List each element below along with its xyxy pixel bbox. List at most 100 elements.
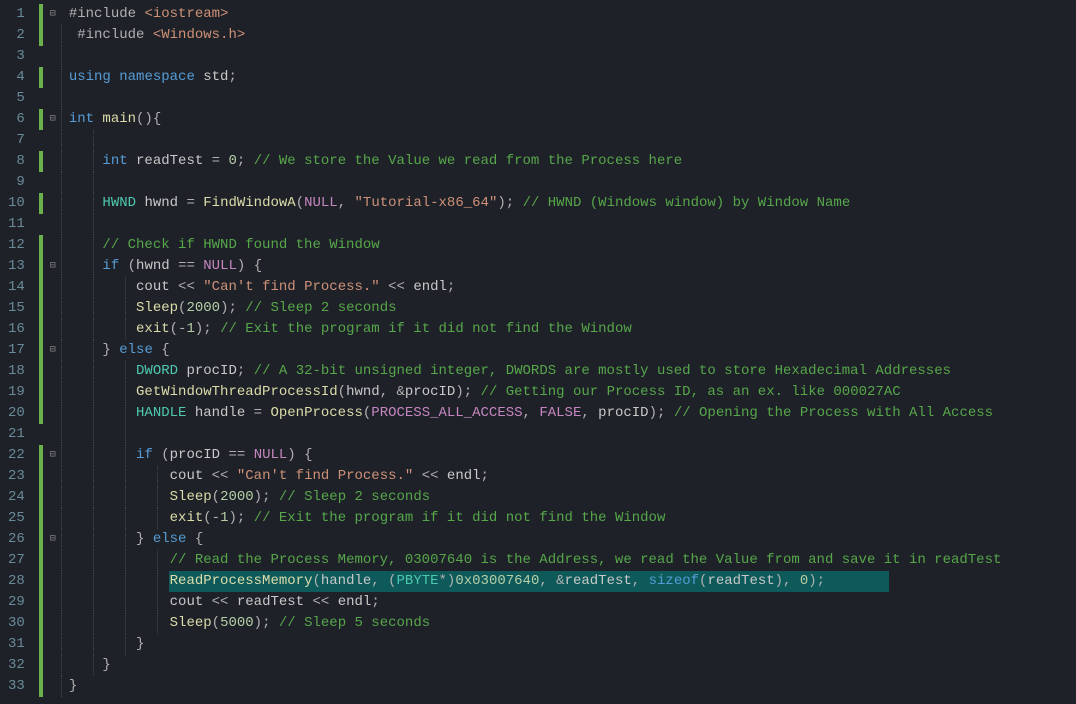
line-number[interactable]: 30 bbox=[8, 613, 25, 634]
code-line[interactable]: } else { bbox=[61, 529, 1076, 550]
token-text bbox=[69, 300, 136, 316]
line-number[interactable]: 8 bbox=[8, 151, 25, 172]
code-line[interactable]: if (hwnd == NULL) { bbox=[61, 256, 1076, 277]
code-content: GetWindowThreadProcessId(hwnd, &procID);… bbox=[69, 384, 901, 400]
code-line[interactable] bbox=[61, 130, 1076, 151]
code-content: cout << readTest << endl; bbox=[69, 594, 380, 610]
fold-toggle-icon[interactable]: ⊟ bbox=[45, 109, 61, 130]
line-number[interactable]: 29 bbox=[8, 592, 25, 613]
line-number[interactable]: 26 bbox=[8, 529, 25, 550]
token-text bbox=[69, 531, 136, 547]
code-content: DWORD procID; // A 32-bit unsigned integ… bbox=[69, 363, 951, 379]
code-area[interactable]: #include <iostream> #include <Windows.h>… bbox=[61, 0, 1076, 704]
token-string: <Windows.h> bbox=[153, 27, 245, 43]
line-number[interactable]: 3 bbox=[8, 46, 25, 67]
code-line[interactable]: cout << readTest << endl; bbox=[61, 592, 1076, 613]
token-op: ); bbox=[455, 384, 480, 400]
change-mark bbox=[39, 550, 43, 571]
line-number[interactable]: 33 bbox=[8, 676, 25, 697]
token-number: 5000 bbox=[220, 615, 254, 631]
code-line[interactable] bbox=[61, 172, 1076, 193]
code-line[interactable]: #include <Windows.h> bbox=[61, 25, 1076, 46]
fold-toggle-icon[interactable]: ⊟ bbox=[45, 529, 61, 550]
code-line[interactable] bbox=[61, 214, 1076, 235]
line-number[interactable]: 6 bbox=[8, 109, 25, 130]
token-op: ); bbox=[220, 300, 245, 316]
indent-guide bbox=[125, 424, 126, 445]
line-number[interactable]: 17 bbox=[8, 340, 25, 361]
token-op: ); bbox=[254, 489, 279, 505]
code-line[interactable]: GetWindowThreadProcessId(hwnd, &procID);… bbox=[61, 382, 1076, 403]
line-number[interactable]: 11 bbox=[8, 214, 25, 235]
fold-toggle-icon[interactable]: ⊟ bbox=[45, 340, 61, 361]
code-line[interactable]: } bbox=[61, 655, 1076, 676]
code-line[interactable] bbox=[61, 46, 1076, 67]
line-number[interactable]: 25 bbox=[8, 508, 25, 529]
line-number[interactable]: 20 bbox=[8, 403, 25, 424]
code-line[interactable]: // Check if HWND found the Window bbox=[61, 235, 1076, 256]
line-number[interactable]: 16 bbox=[8, 319, 25, 340]
line-number[interactable]: 28 bbox=[8, 571, 25, 592]
line-number[interactable]: 2 bbox=[8, 25, 25, 46]
code-line[interactable]: Sleep(5000); // Sleep 5 seconds bbox=[61, 613, 1076, 634]
line-number[interactable]: 15 bbox=[8, 298, 25, 319]
code-line[interactable]: cout << "Can't find Process." << endl; bbox=[61, 466, 1076, 487]
line-number[interactable]: 19 bbox=[8, 382, 25, 403]
code-line[interactable]: #include <iostream> bbox=[61, 4, 1076, 25]
code-line[interactable]: if (procID == NULL) { bbox=[61, 445, 1076, 466]
line-number[interactable]: 27 bbox=[8, 550, 25, 571]
code-line[interactable]: Sleep(2000); // Sleep 2 seconds bbox=[61, 487, 1076, 508]
token-op: } bbox=[69, 678, 77, 694]
code-line[interactable]: } bbox=[61, 676, 1076, 697]
fold-toggle-icon[interactable]: ⊟ bbox=[45, 445, 61, 466]
code-line[interactable]: int main(){ bbox=[61, 109, 1076, 130]
code-line[interactable] bbox=[61, 424, 1076, 445]
code-editor[interactable]: 1234567891011121314151617181920212223242… bbox=[0, 0, 1076, 704]
token-string: <iostream> bbox=[144, 6, 228, 22]
code-line[interactable]: Sleep(2000); // Sleep 2 seconds bbox=[61, 298, 1076, 319]
code-line[interactable]: } bbox=[61, 634, 1076, 655]
line-number[interactable]: 31 bbox=[8, 634, 25, 655]
line-number[interactable]: 1 bbox=[8, 4, 25, 25]
line-number[interactable]: 18 bbox=[8, 361, 25, 382]
code-line[interactable]: HANDLE handle = OpenProcess(PROCESS_ALL_… bbox=[61, 403, 1076, 424]
token-func: OpenProcess bbox=[270, 405, 362, 421]
line-number[interactable]: 21 bbox=[8, 424, 25, 445]
code-line[interactable]: cout << "Can't find Process." << endl; bbox=[61, 277, 1076, 298]
indent-guide bbox=[61, 235, 62, 256]
code-line[interactable]: int readTest = 0; // We store the Value … bbox=[61, 151, 1076, 172]
code-line[interactable]: // Read the Process Memory, 03007640 is … bbox=[61, 550, 1076, 571]
line-number[interactable]: 5 bbox=[8, 88, 25, 109]
line-number-gutter[interactable]: 1234567891011121314151617181920212223242… bbox=[0, 0, 37, 704]
fold-toggle-icon[interactable]: ⊟ bbox=[45, 4, 61, 25]
line-number[interactable]: 4 bbox=[8, 67, 25, 88]
line-number[interactable]: 7 bbox=[8, 130, 25, 151]
line-number[interactable]: 22 bbox=[8, 445, 25, 466]
fold-column[interactable]: ⊟ ⊟ ⊟ ⊟ ⊟ ⊟ bbox=[45, 0, 61, 704]
code-content: using namespace std; bbox=[69, 69, 237, 85]
code-line[interactable]: HWND hwnd = FindWindowA(NULL, "Tutorial-… bbox=[61, 193, 1076, 214]
fold-toggle-icon[interactable]: ⊟ bbox=[45, 256, 61, 277]
code-line[interactable]: exit(-1); // Exit the program if it did … bbox=[61, 319, 1076, 340]
line-number[interactable]: 12 bbox=[8, 235, 25, 256]
line-number[interactable]: 24 bbox=[8, 487, 25, 508]
code-line[interactable]: exit(-1); // Exit the program if it did … bbox=[61, 508, 1076, 529]
line-number[interactable]: 9 bbox=[8, 172, 25, 193]
code-line[interactable]: DWORD procID; // A 32-bit unsigned integ… bbox=[61, 361, 1076, 382]
line-number[interactable]: 13 bbox=[8, 256, 25, 277]
code-line[interactable]: ReadProcessMemory(handle, (PBYTE*)0x0300… bbox=[61, 571, 1076, 592]
line-number[interactable]: 23 bbox=[8, 466, 25, 487]
code-line[interactable]: using namespace std; bbox=[61, 67, 1076, 88]
token-comment: // We store the Value we read from the P… bbox=[254, 153, 682, 169]
line-number[interactable]: 14 bbox=[8, 277, 25, 298]
line-number[interactable]: 10 bbox=[8, 193, 25, 214]
change-mark bbox=[39, 130, 43, 151]
fold-spacer bbox=[45, 508, 61, 529]
token-comment: // Sleep 2 seconds bbox=[279, 489, 430, 505]
line-number[interactable]: 32 bbox=[8, 655, 25, 676]
fold-spacer bbox=[45, 46, 61, 67]
code-line[interactable] bbox=[61, 88, 1076, 109]
token-op: , bbox=[581, 405, 598, 421]
code-line[interactable]: } else { bbox=[61, 340, 1076, 361]
token-ident: cout bbox=[136, 279, 178, 295]
